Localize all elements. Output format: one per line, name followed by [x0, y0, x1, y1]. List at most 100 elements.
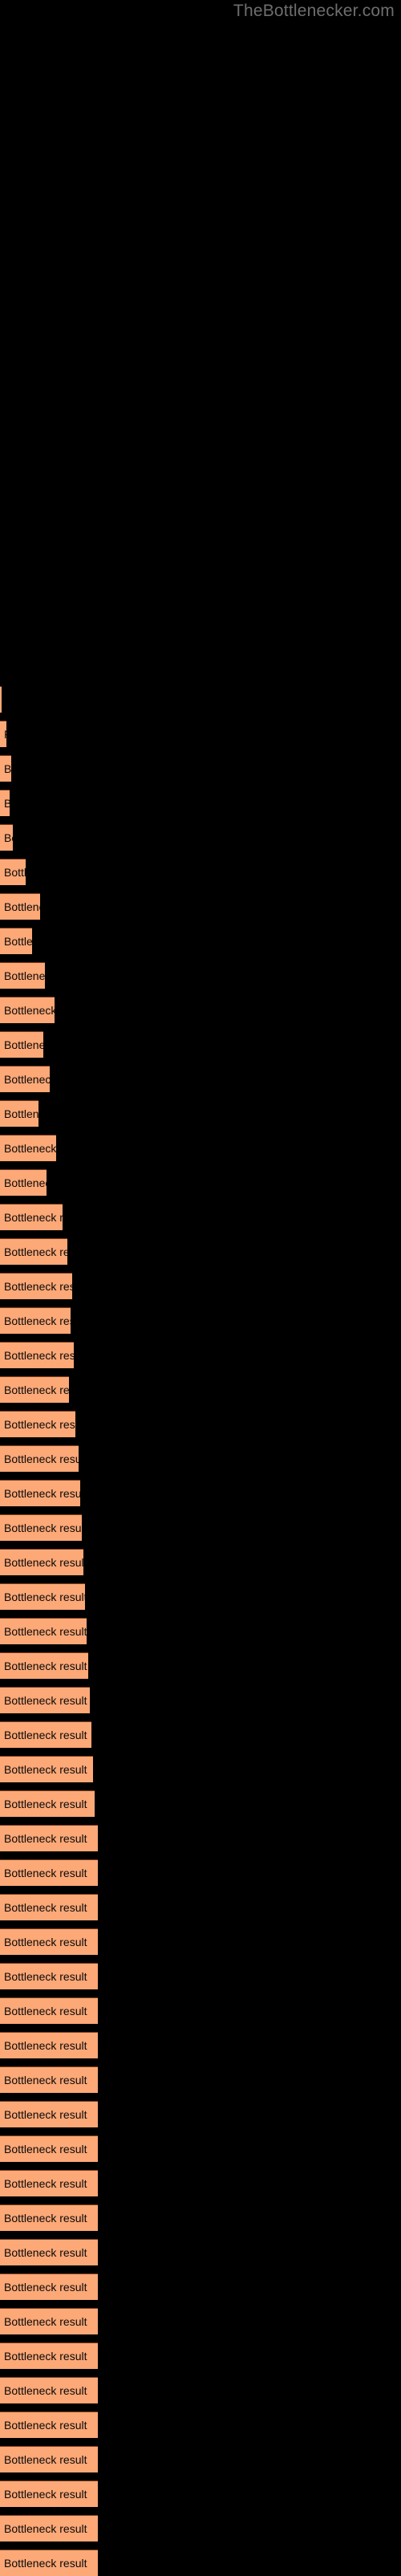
bar[interactable]: Bottleneck result — [0, 1514, 82, 1541]
bar[interactable]: Bottleneck result — [0, 1238, 67, 1265]
bar-label: Bottleneck r — [4, 900, 40, 913]
bar[interactable]: Bottleneck result — [0, 2135, 98, 2162]
bar-label: Bo — [4, 831, 13, 844]
bar-row: Bottleneck result — [0, 1825, 401, 1851]
bar-row: Bottleneck result — [0, 1618, 401, 1644]
bar[interactable]: Bottleneck result — [0, 1756, 93, 1782]
bar[interactable]: Bottleneck result — [0, 1790, 95, 1817]
bar[interactable]: Bottleneck result — [0, 1342, 74, 1368]
bar-label: Bottleneck result — [4, 2108, 87, 2121]
bar[interactable]: Bottleneck result — [0, 2411, 98, 2438]
bar[interactable]: F — [0, 721, 6, 747]
bar[interactable]: Bottleneck result — [0, 2066, 98, 2093]
bar-label: Bottleneck result — [4, 1936, 87, 1948]
bar[interactable]: Bottleneck result — [0, 1928, 98, 1955]
bar-label: Bottleneck res — [4, 1073, 50, 1086]
bar[interactable]: Bottleneck result — [0, 1859, 98, 1886]
bar[interactable]: Bottleneck result — [0, 1687, 90, 1713]
bar-row: Bottleneck result — [0, 1135, 401, 1161]
bar-row: Bottleneck result — [0, 1480, 401, 1506]
bar[interactable]: Bottleneck result — [0, 1825, 98, 1851]
bar[interactable]: Bottleneck result — [0, 1721, 91, 1748]
bar-label: Bottleneck result — [4, 2350, 87, 2363]
bar-label: Bottleneck result — [4, 1453, 79, 1465]
bar[interactable]: Bottleneck result — [0, 1307, 71, 1334]
bar[interactable]: Bottleneck result — [0, 1963, 98, 1989]
bar[interactable]: Bottleneck result — [0, 2446, 98, 2472]
bar[interactable]: Bottleneck result — [0, 1411, 75, 1437]
bar-row: B — [0, 790, 401, 816]
bar[interactable]: Bo — [0, 824, 13, 851]
bar[interactable]: Bottleneck result — [0, 1583, 85, 1610]
bar-row: Bottleneck result — [0, 1687, 401, 1713]
bar[interactable]: Bottleneck result — [0, 2377, 98, 2403]
bar-row: Bottlenec — [0, 928, 401, 954]
bar[interactable]: Bottleneck result — [0, 1376, 69, 1403]
bar[interactable]: Bottlen — [0, 859, 26, 885]
bar-row: Bottleneck result — [0, 2273, 401, 2300]
bar-row: Bottleneck result — [0, 2135, 401, 2162]
bar-chart-plot-area: F Bo B Bo Bottlen Bottleneck r Bottlenec Bottle… — [0, 0, 401, 2576]
bar[interactable]: Bottleneck result — [0, 2170, 98, 2196]
bar[interactable]: Bo — [0, 755, 11, 782]
bar-label: Bottleneck result — [4, 1245, 67, 1258]
bar-row: Bottleneck result — [0, 997, 401, 1023]
bar[interactable]: Bottleneck result — [0, 997, 55, 1023]
bar-label: Bottleneck result — [4, 1729, 87, 1741]
bar[interactable]: Bottleneck — [0, 1100, 38, 1127]
bar-row: Bottleneck result — [0, 2239, 401, 2265]
bar-row: Bottleneck re — [0, 1031, 401, 1058]
bar-label: Bottleneck result — [4, 1694, 87, 1707]
bar-row: Bottleneck result — [0, 2411, 401, 2438]
bar-label: Bottleneck result — [4, 1211, 63, 1224]
bar-row: Bottleneck result — [0, 2066, 401, 2093]
bar-label: Bottleneck result — [4, 2384, 87, 2397]
bar[interactable]: Bottleneck result — [0, 1204, 63, 1230]
bar-row: Bottleneck result — [0, 1583, 401, 1610]
bar-label: Bottleneck result — [4, 2522, 87, 2535]
bar-label: Bottleneck result — [4, 2039, 87, 2052]
bar[interactable]: Bottleneck res — [0, 1169, 47, 1196]
bar[interactable]: Bottleneck result — [0, 2032, 98, 2058]
bar-row: Bottleneck result — [0, 2515, 401, 2541]
bar[interactable]: Bottleneck re — [0, 962, 45, 989]
bar[interactable]: Bottleneck result — [0, 2239, 98, 2265]
bar-row: Bottleneck re — [0, 962, 401, 989]
bar[interactable]: Bottleneck result — [0, 1652, 88, 1679]
bar[interactable]: Bottlenec — [0, 928, 32, 954]
bar[interactable]: Bottleneck result — [0, 1894, 98, 1920]
bar[interactable]: Bottleneck result — [0, 1997, 98, 2024]
bar[interactable]: Bottleneck result — [0, 2273, 98, 2300]
chart-page: TheBottlenecker.com FBoBBoBottlenBottlen… — [0, 0, 401, 2576]
bar[interactable]: Bottleneck r — [0, 893, 40, 920]
bar[interactable]: Bottleneck result — [0, 1445, 79, 1472]
bar-label: Bottleneck result — [4, 1314, 71, 1327]
bar-label: Bottleneck result — [4, 1867, 87, 1879]
bar-row: Bottleneck result — [0, 1756, 401, 1782]
bar-row: Bottleneck result — [0, 2101, 401, 2127]
bar[interactable]: Bottleneck result — [0, 1480, 80, 1506]
bar-label: Bottleneck result — [4, 1418, 75, 1431]
bar[interactable]: B — [0, 790, 10, 816]
bar[interactable]: Bottleneck result — [0, 1273, 72, 1299]
bar[interactable]: Bottleneck result — [0, 1549, 83, 1575]
bar[interactable]: Bottleneck res — [0, 1066, 50, 1092]
bar[interactable]: Bottleneck result — [0, 2515, 98, 2541]
bar[interactable]: Bottleneck result — [0, 2204, 98, 2231]
bar-row: Bottleneck — [0, 1100, 401, 1127]
bar-row: Bottleneck res — [0, 1066, 401, 1092]
bar[interactable]: Bottleneck result — [0, 2101, 98, 2127]
bar[interactable]: Bottleneck result — [0, 2481, 98, 2507]
bar-label: Bottleneck result — [4, 2177, 87, 2190]
bar[interactable]: Bottleneck result — [0, 1135, 56, 1161]
bar-row: Bottleneck result — [0, 2481, 401, 2507]
bar-label: Bottleneck res — [4, 1176, 47, 1189]
bar-row: Bottleneck result — [0, 1963, 401, 1989]
bar[interactable]: Bottleneck re — [0, 1031, 43, 1058]
bar[interactable]: Bottleneck result — [0, 1618, 87, 1644]
bar[interactable] — [0, 686, 2, 713]
bar[interactable]: Bottleneck result — [0, 2342, 98, 2369]
bar[interactable]: Bottleneck result — [0, 2550, 98, 2576]
bar[interactable]: Bottleneck result — [0, 2308, 98, 2334]
bar-row: Bottleneck result — [0, 2550, 401, 2576]
